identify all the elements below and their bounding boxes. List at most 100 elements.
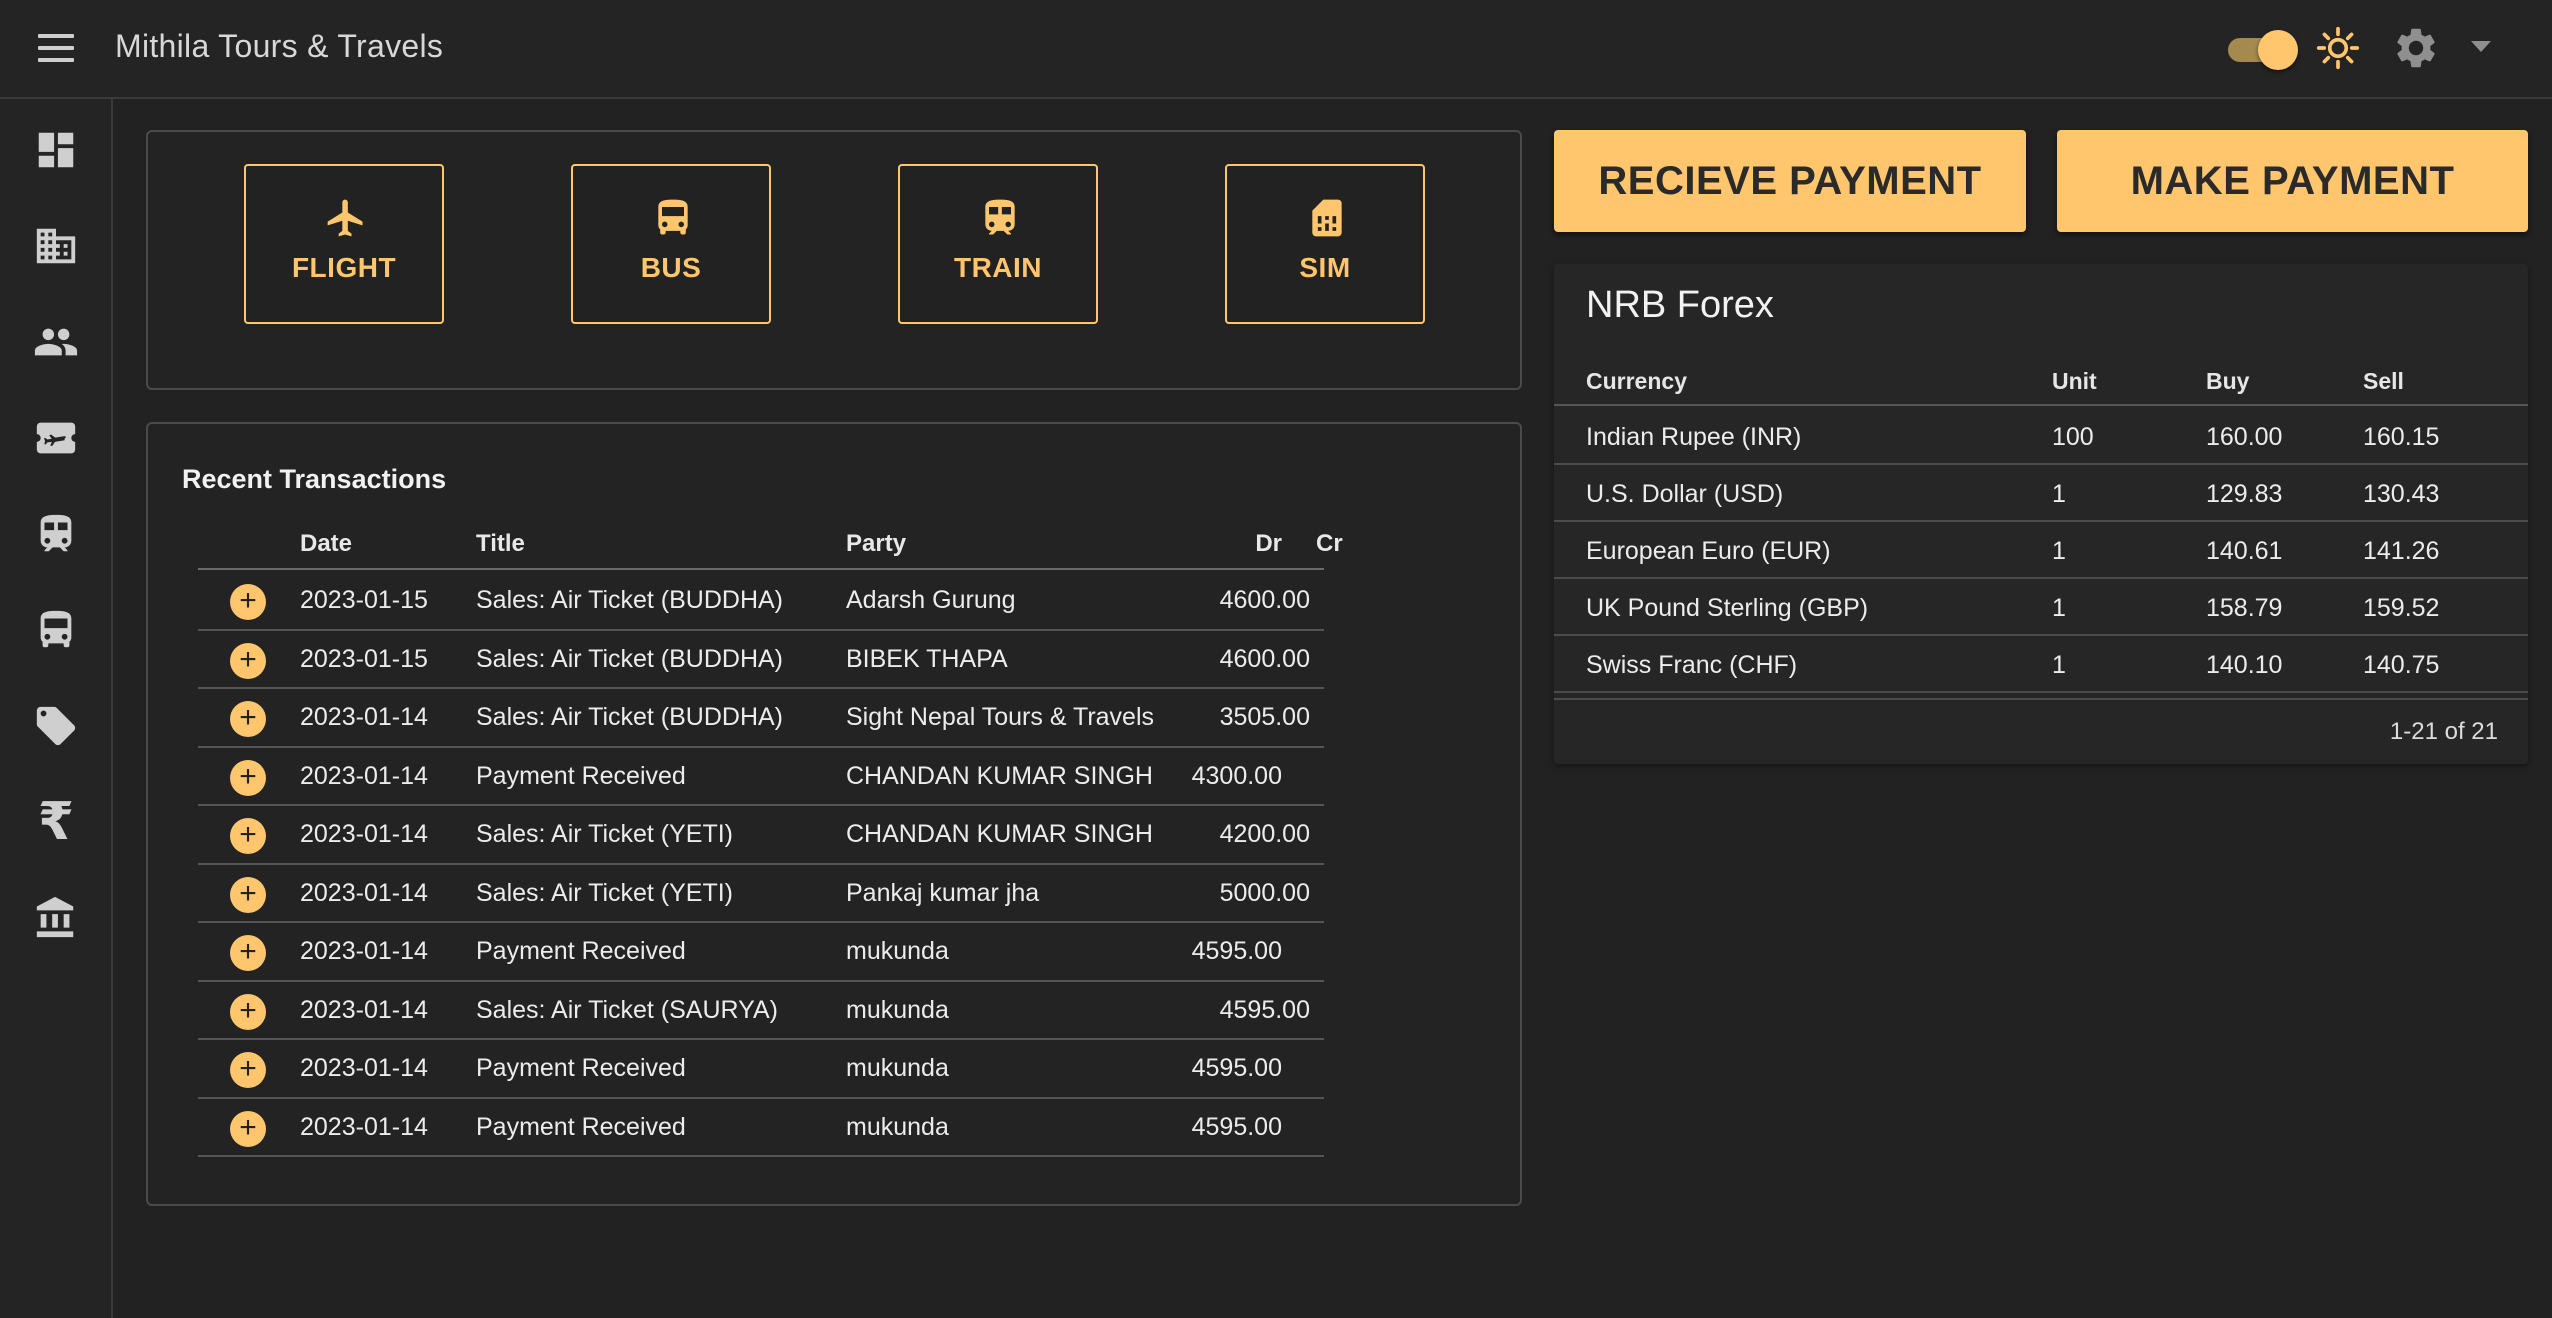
sim-card-icon (1312, 199, 1342, 237)
train-icon (985, 199, 1015, 235)
transaction-date: 2023-01-15 (300, 644, 428, 673)
forex-sell: 130.43 (2363, 480, 2440, 508)
sidebar-item-tags[interactable] (30, 700, 82, 752)
sidebar-item-airline-ticket[interactable] (30, 412, 82, 464)
transaction-party: Sight Nepal Tours & Travels (846, 703, 1155, 731)
caret-down-icon[interactable] (2470, 40, 2492, 54)
sidebar-item-train[interactable] (30, 508, 82, 560)
forex-sell: 160.15 (2363, 423, 2440, 451)
forex-currency: U.S. Dollar (USD) (1586, 480, 1784, 508)
transaction-party: mukunda (846, 1112, 949, 1141)
transaction-date: 2023-01-14 (300, 761, 428, 790)
sidebar-item-dashboard[interactable] (30, 124, 82, 176)
forex-table-header: Currency Unit Buy Sell (1554, 356, 2528, 406)
bus-label: BUS (640, 252, 702, 283)
forex-title: NRB Forex (1586, 284, 1774, 326)
transaction-title: Sales: Air Ticket (BUDDHA) (476, 644, 784, 673)
forex-buy: 140.61 (2206, 537, 2283, 565)
transaction-title: Sales: Air Ticket (YETI) (476, 820, 734, 848)
transaction-date: 2023-01-14 (300, 878, 428, 907)
train-icon (40, 514, 72, 552)
forex-currency: Swiss Franc (CHF) (1586, 651, 1798, 679)
transaction-row[interactable]: +2023-01-14 Payment Received mukunda 4595.0… (198, 923, 1324, 982)
sidebar-item-people[interactable] (30, 316, 82, 368)
column-buy: Buy (2206, 368, 2250, 394)
transaction-row[interactable]: +2023-01-14 Payment Received mukunda 4595.0… (198, 1040, 1324, 1099)
add-button[interactable]: + (230, 584, 266, 620)
sidebar-item-bank[interactable] (30, 892, 82, 944)
add-button[interactable]: + (230, 1110, 266, 1147)
transaction-date: 2023-01-14 (300, 937, 428, 965)
transaction-row[interactable]: +2023-01-15 Sales: Air Ticket (BUDDHA) Ada… (198, 572, 1324, 631)
column-party: Party (846, 530, 907, 557)
transaction-party: BIBEK THAPA (846, 644, 1008, 673)
transaction-row[interactable]: +2023-01-14 Sales: Air Ticket (BUDDHA) Sig… (198, 689, 1324, 748)
transaction-row[interactable]: +2023-01-14 Sales: Air Ticket (YETI) Panka… (198, 865, 1324, 923)
add-button[interactable]: + (230, 642, 266, 679)
transaction-party: mukunda (846, 937, 949, 965)
column-sell: Sell (2363, 368, 2404, 394)
theme-toggle[interactable] (2224, 26, 2300, 70)
tag-icon (36, 706, 76, 746)
bus-icon (40, 610, 72, 648)
forex-unit: 1 (2052, 537, 2066, 565)
column-date: Date (300, 530, 353, 557)
building-icon (36, 228, 76, 264)
recent-transactions-title: Recent Transactions (182, 464, 447, 494)
make-payment-button[interactable]: MAKE PAYMENT (2057, 130, 2528, 232)
transaction-cr: 5000.00 (1219, 878, 1310, 907)
app-title: Mithila Tours & Travels (115, 28, 444, 64)
sidebar-item-bus[interactable] (30, 604, 82, 656)
add-button[interactable]: + (230, 818, 266, 854)
add-button[interactable]: + (230, 993, 266, 1030)
flight-button[interactable]: FLIGHT (244, 164, 444, 324)
people-icon (34, 328, 78, 356)
transaction-date: 2023-01-15 (300, 586, 428, 614)
add-button[interactable]: + (230, 759, 266, 796)
add-button[interactable]: + (230, 935, 266, 971)
add-button[interactable]: + (230, 1052, 266, 1088)
transaction-row[interactable]: +2023-01-14 Sales: Air Ticket (SAURYA) muk… (198, 982, 1324, 1040)
forex-row: UK Pound Sterling (GBP) 1 158.79 159.52 (1554, 579, 2528, 636)
sim-button[interactable]: SIM (1225, 164, 1425, 324)
theme-toggle-thumb (2258, 30, 2298, 70)
bus-icon (658, 199, 688, 235)
sidebar-item-currency[interactable]: ₹ (30, 796, 82, 848)
menu-icon[interactable] (34, 30, 80, 70)
add-button[interactable]: + (230, 701, 266, 737)
bus-button[interactable]: BUS (571, 164, 771, 324)
transaction-title: Payment Received (476, 1112, 686, 1141)
train-button[interactable]: TRAIN (898, 164, 1098, 324)
airplane-icon (327, 199, 363, 237)
transaction-date: 2023-01-14 (300, 1112, 428, 1141)
forex-unit: 1 (2052, 651, 2066, 679)
receive-payment-button[interactable]: RECIEVE PAYMENT (1554, 130, 2026, 232)
sun-icon[interactable] (2316, 26, 2360, 70)
forex-footer-divider (1554, 698, 2528, 700)
forex-unit: 100 (2052, 423, 2094, 451)
forex-currency: European Euro (EUR) (1586, 537, 1831, 565)
transaction-title: Payment Received (476, 1054, 686, 1082)
forex-currency: UK Pound Sterling (GBP) (1586, 594, 1869, 622)
sidebar-item-company[interactable] (30, 220, 82, 272)
transaction-title: Payment Received (476, 761, 686, 790)
forex-row: Swiss Franc (CHF) 1 140.10 140.75 (1554, 636, 2528, 693)
transaction-party: Pankaj kumar jha (846, 878, 1040, 907)
bank-icon (36, 896, 74, 938)
transaction-party: CHANDAN KUMAR SINGH (846, 761, 1153, 790)
recent-transactions-card: Recent Transactions Date Title Party Dr … (146, 422, 1522, 1206)
transaction-party: CHANDAN KUMAR SINGH (846, 820, 1153, 848)
transaction-party: mukunda (846, 995, 949, 1024)
transaction-row[interactable]: +2023-01-14 Payment Received CHANDAN KUMAR… (198, 748, 1324, 806)
flight-label: FLIGHT (291, 252, 397, 283)
services-card: FLIGHT BUS TRAIN SIM (146, 130, 1522, 390)
gear-icon[interactable] (2392, 24, 2440, 72)
train-label: TRAIN (953, 252, 1043, 283)
add-button[interactable]: + (230, 876, 266, 913)
transaction-row[interactable]: +2023-01-14 Payment Received mukunda 4595.0… (198, 1099, 1324, 1157)
transaction-row[interactable]: +2023-01-14 Sales: Air Ticket (YETI) CHAND… (198, 806, 1324, 865)
transaction-party: Adarsh Gurung (846, 586, 1016, 614)
transaction-row[interactable]: +2023-01-15 Sales: Air Ticket (BUDDHA) BIB… (198, 631, 1324, 689)
transaction-date: 2023-01-14 (300, 703, 428, 731)
forex-row: U.S. Dollar (USD) 1 129.83 130.43 (1554, 465, 2528, 522)
